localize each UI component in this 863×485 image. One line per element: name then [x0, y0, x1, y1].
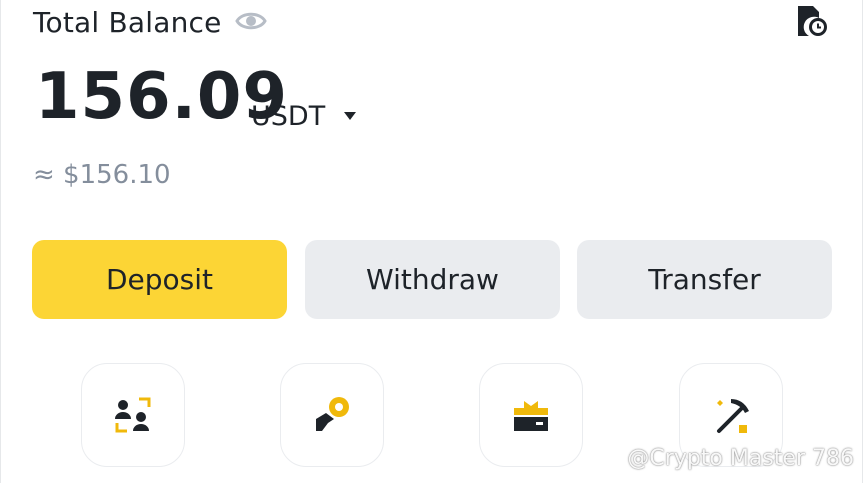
transfer-button[interactable]: Transfer — [577, 240, 832, 319]
send-shortcut-button[interactable] — [280, 363, 384, 467]
p2p-shortcut-button[interactable] — [81, 363, 185, 467]
deposit-button[interactable]: Deposit — [32, 240, 287, 319]
watermark-text: @Crypto Master 786 — [627, 446, 854, 471]
order-history-icon[interactable] — [795, 4, 829, 38]
currency-label: USDT — [251, 100, 326, 132]
total-balance-label: Total Balance — [33, 6, 222, 39]
withdraw-button[interactable]: Withdraw — [305, 240, 560, 319]
eye-icon[interactable] — [235, 9, 267, 33]
watermark: @Crypto Master 786 — [593, 446, 854, 471]
fiat-equivalent: ≈ $156.10 — [33, 160, 171, 190]
p2p-users-icon — [115, 397, 151, 433]
currency-selector[interactable]: USDT — [251, 98, 357, 134]
balance-card: Total Balance 156.09 USDT ≈ $156.10 Depo… — [0, 0, 863, 483]
mining-pickaxe-icon — [717, 399, 749, 433]
caret-down-icon — [344, 112, 357, 120]
gift-card-shortcut-button[interactable] — [479, 363, 583, 467]
send-coin-icon — [316, 397, 349, 431]
gift-card-icon — [514, 401, 548, 431]
watermark-logo-icon — [593, 451, 621, 466]
